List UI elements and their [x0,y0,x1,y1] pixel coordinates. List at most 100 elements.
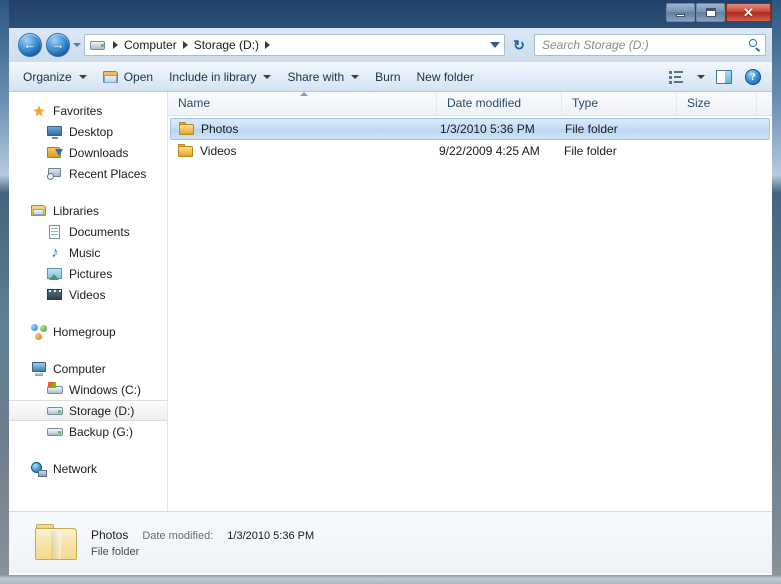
address-bar[interactable]: Computer Storage (D:) [84,34,505,56]
folder-icon-large [35,523,79,562]
toolbar-right-group: ? [663,62,766,92]
change-view-dropdown[interactable] [692,66,708,88]
window-client-area: ← → Computer Storage (D:) ↻ Search Stora… [9,28,772,575]
table-row[interactable]: Videos 9/22/2009 4:25 AM File folder [170,140,770,162]
help-button[interactable]: ? [740,66,766,88]
title-bar[interactable]: ✕ [0,0,781,28]
sidebar-item-documents[interactable]: Documents [9,221,167,242]
share-with-button[interactable]: Share with [279,66,367,88]
chevron-down-icon [73,43,81,47]
file-list-view: Name Date modified Type Size Photos 1/3/… [168,92,772,511]
desktop-icon [47,124,63,140]
sidebar-item-downloads[interactable]: Downloads [9,142,167,163]
search-icon [748,38,761,52]
cell-date-modified: 1/3/2010 5:36 PM [440,122,535,136]
cell-type: File folder [565,122,618,136]
drive-icon [90,38,106,52]
back-arrow-icon: ← [23,37,37,52]
search-box[interactable]: Search Storage (D:) [534,34,766,56]
details-item-type: File folder [91,545,140,558]
chevron-down-icon [351,74,360,79]
address-dropdown-icon[interactable] [490,42,500,48]
open-button[interactable]: Open [95,66,161,88]
forward-button[interactable]: → [46,33,70,57]
table-row[interactable]: Photos 1/3/2010 5:36 PM File folder [170,118,770,140]
sidebar-item-backup-g[interactable]: Backup (G:) [9,421,167,442]
sidebar-item-recent-places[interactable]: Recent Places [9,163,167,184]
sidebar-item-label: Desktop [69,124,114,139]
documents-icon [47,224,63,240]
back-button[interactable]: ← [18,33,42,57]
window-border-right [772,0,781,584]
burn-button[interactable]: Burn [367,66,408,88]
drive-icon [47,424,63,440]
star-icon: ★ [32,102,46,119]
maximize-button[interactable] [696,3,725,22]
sidebar-item-homegroup[interactable]: Homegroup [9,321,167,342]
breadcrumb: Computer Storage (D:) [110,37,273,53]
drive-icon [47,403,63,419]
breadcrumb-item-storage-d[interactable]: Storage (D:) [191,37,262,53]
sidebar-item-label: Music [69,245,101,260]
organize-button[interactable]: Organize [15,66,95,88]
sidebar-item-libraries[interactable]: Libraries [9,200,167,221]
sidebar-item-label: Homegroup [53,324,116,339]
open-label: Open [123,69,154,84]
preview-pane-button[interactable] [711,66,737,88]
sidebar-item-label: Downloads [69,145,129,160]
column-header-date-modified[interactable]: Date modified [437,92,562,115]
sidebar-item-computer[interactable]: Computer [9,358,167,379]
explorer-window: ✕ ← → Computer Storage (D:) ↻ Search Sto… [0,0,781,584]
sidebar-item-pictures[interactable]: Pictures [9,263,167,284]
refresh-button[interactable]: ↻ [508,34,530,56]
cell-type: File folder [564,144,617,158]
computer-icon [31,361,47,377]
window-controls: ✕ [666,3,771,22]
sidebar-item-favorites[interactable]: ★ Favorites [9,100,167,121]
sidebar-item-storage-d[interactable]: Storage (D:) [9,400,167,421]
new-folder-button[interactable]: New folder [409,66,482,88]
sidebar-item-desktop[interactable]: Desktop [9,121,167,142]
chevron-down-icon [697,75,705,79]
sidebar-item-label: Videos [69,287,106,302]
recent-pages-button[interactable] [70,33,84,57]
address-bar-row: ← → Computer Storage (D:) ↻ Search Stora… [9,28,772,62]
column-header-type[interactable]: Type [562,92,677,115]
sidebar-item-label: Network [53,461,98,476]
sidebar-item-network[interactable]: Network [9,458,167,479]
help-icon: ? [745,69,761,85]
sort-ascending-icon [300,92,308,96]
column-header-size[interactable]: Size [677,92,757,115]
sidebar-item-videos[interactable]: Videos [9,284,167,305]
close-button[interactable]: ✕ [726,3,771,22]
nav-group-homegroup: Homegroup [9,321,167,342]
nav-group-network: Network [9,458,167,479]
sidebar-item-windows-c[interactable]: Windows (C:) [9,379,167,400]
breadcrumb-separator [113,41,118,49]
sidebar-item-music[interactable]: ♪ Music [9,242,167,263]
breadcrumb-item-computer[interactable]: Computer [121,37,180,53]
open-folder-icon [102,70,119,84]
file-name: Videos [200,144,237,158]
libraries-icon [31,203,47,219]
column-header-name[interactable]: Name [168,92,437,115]
minimize-icon [676,14,685,17]
downloads-icon [47,145,63,161]
file-name: Photos [201,122,239,136]
videos-icon [47,287,63,303]
minimize-button[interactable] [666,3,695,22]
column-header-label: Date modified [447,96,522,110]
column-header-label: Name [178,96,211,110]
chevron-down-icon [78,74,87,79]
sidebar-item-label: Pictures [69,266,113,281]
cell-name: Videos [170,144,437,158]
include-in-library-button[interactable]: Include in library [161,66,279,88]
chevron-down-icon [263,74,272,79]
include-in-library-label: Include in library [169,69,257,84]
search-input[interactable]: Search Storage (D:) [542,38,748,52]
pictures-icon [47,266,63,282]
homegroup-icon [31,323,47,340]
change-view-button[interactable] [663,66,689,88]
navigation-pane[interactable]: ★ Favorites Desktop Downloads Recent Pla… [9,92,168,511]
